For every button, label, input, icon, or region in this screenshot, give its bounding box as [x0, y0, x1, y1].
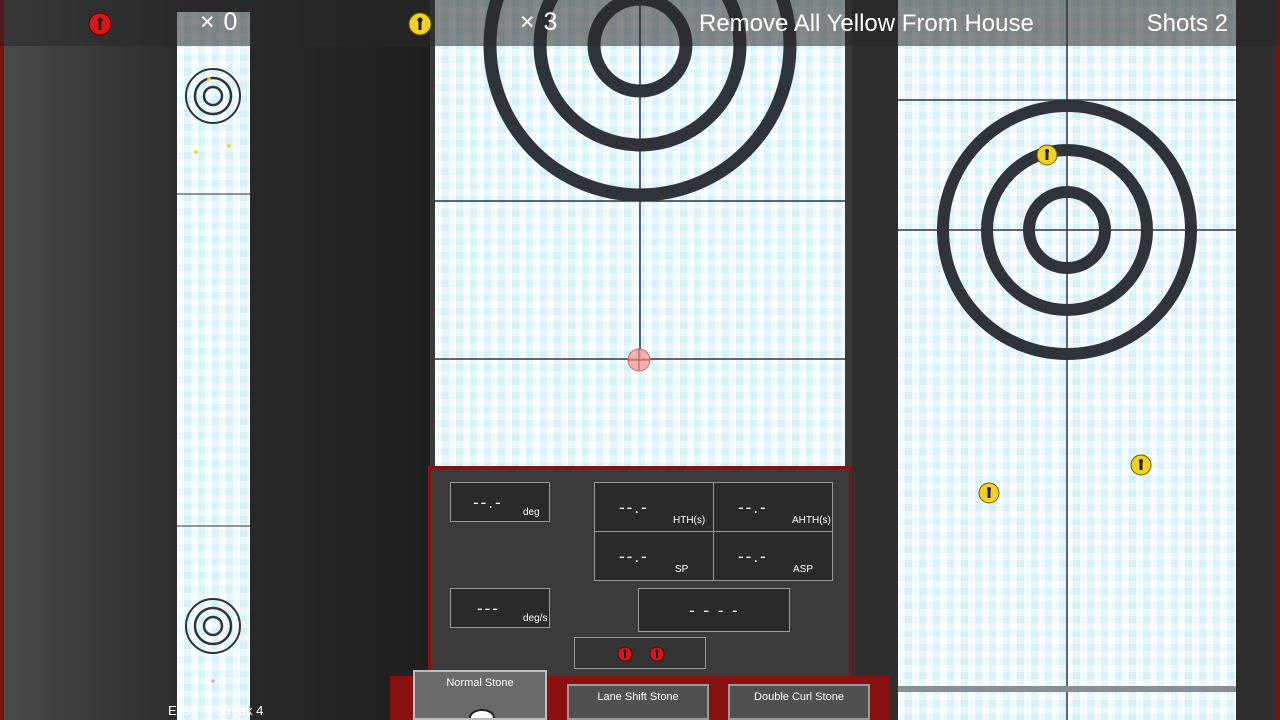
overview-yellow-stone: [194, 150, 198, 154]
sp-readout: --.- SP: [594, 531, 714, 581]
hth-value: --.-: [619, 498, 649, 517]
overview-red-marker: [211, 679, 215, 683]
red-stone-count: × 0: [200, 8, 239, 36]
yellow-stone: [1036, 144, 1058, 166]
sp-value: --.-: [619, 547, 649, 566]
sheet-house-view: [898, 0, 1236, 720]
asp-value: --.-: [738, 547, 768, 566]
angle-readout: --.- deg: [450, 482, 550, 522]
scoreboard-bar: × 0 × 3 Remove All Yellow From House Sho…: [0, 0, 1280, 46]
lane-shift-stone-button[interactable]: Lane Shift Stone: [567, 684, 709, 720]
shots-remaining: Shots 2: [1146, 10, 1228, 37]
double-curl-stone-label: Double Curl Stone: [754, 691, 844, 703]
hth-readout: --.- HTH(s): [594, 482, 714, 532]
difficulty-label: Easy: [168, 703, 197, 718]
streak-label: Streak 4: [214, 703, 264, 718]
yellow-stone-count: × 3: [520, 8, 559, 36]
game-status: Easy Streak 4: [168, 703, 263, 718]
sheet-delivery[interactable]: [435, 0, 845, 466]
angle-unit: deg: [523, 507, 540, 518]
yellow-stone: [1130, 454, 1152, 476]
shot-status-readout: - - - -: [638, 588, 790, 632]
stone-preview-icon: [469, 709, 495, 718]
left-edge: [0, 0, 4, 720]
ahth-readout: --.- AHTH(s): [713, 482, 833, 532]
asp-unit: ASP: [793, 564, 814, 575]
sp-unit: SP: [675, 564, 689, 575]
rotation-value: ---: [477, 599, 500, 618]
rotation-unit: deg/s: [523, 613, 548, 624]
stone-type-selector: Normal Stone Lane Shift Stone Double Cur…: [390, 670, 890, 720]
rotation-readout: --- deg/s: [450, 588, 550, 628]
red-stone-icon: [617, 646, 633, 662]
yellow-stone-icon: [408, 12, 432, 36]
hth-unit: HTH(s): [673, 515, 706, 526]
sheet-overview-markings: [177, 68, 250, 683]
right-edge: [1276, 0, 1280, 720]
ahth-value: --.-: [738, 498, 768, 517]
lane-shift-stone-label: Lane Shift Stone: [597, 691, 679, 703]
asp-readout: --.- ASP: [713, 531, 833, 581]
sheet-overview: [177, 12, 250, 720]
angle-value: --.-: [473, 493, 503, 512]
aim-target-icon[interactable]: [627, 348, 651, 372]
ahth-unit: AHTH(s): [792, 515, 831, 526]
shot-status-value: - - - -: [689, 601, 740, 620]
double-curl-stone-button[interactable]: Double Curl Stone: [728, 684, 870, 720]
yellow-stone: [978, 482, 1000, 504]
sheet-delivery-markings: [435, 0, 845, 372]
objective-text: Remove All Yellow From House: [699, 10, 1034, 37]
sheet-house-markings: [898, 0, 1236, 720]
shot-control-panel: --.- deg --- deg/s --.- HTH(s) --.- AHTH…: [428, 466, 852, 676]
red-stone-icon: [88, 12, 112, 36]
overview-yellow-stone: [207, 77, 211, 81]
normal-stone-label: Normal Stone: [446, 677, 514, 689]
remaining-stones-indicator: [574, 637, 706, 669]
normal-stone-button[interactable]: Normal Stone: [413, 670, 547, 720]
red-stone-icon: [649, 646, 665, 662]
overview-yellow-stone: [227, 144, 231, 148]
